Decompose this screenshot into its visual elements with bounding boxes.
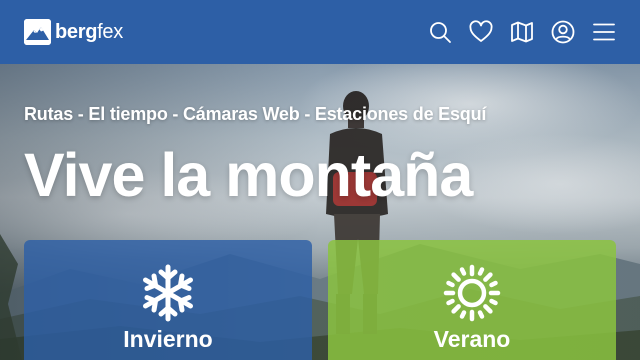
map-icon[interactable] [510,20,534,44]
winter-card[interactable]: Invierno [24,240,312,360]
hero-section: Rutas - El tiempo - Cámaras Web - Estaci… [0,64,640,360]
heart-icon[interactable] [469,20,493,44]
mountain-logo-icon [24,19,51,45]
summer-label: Verano [433,326,511,352]
menu-icon[interactable] [592,20,616,44]
brand-name: bergfex [55,21,123,43]
user-icon[interactable] [551,20,575,44]
top-bar: bergfex [0,0,640,64]
search-icon[interactable] [428,20,452,44]
hero-subtitle: Rutas - El tiempo - Cámaras Web - Estaci… [24,104,487,124]
winter-label: Invierno [123,326,213,352]
bergfex-logo[interactable]: bergfex [24,19,123,45]
snowflake-icon [139,264,197,322]
hero-title: Vive la montaña [24,141,473,209]
sun-icon [443,264,501,322]
header-nav [428,20,616,44]
summer-card[interactable]: Verano [328,240,616,360]
